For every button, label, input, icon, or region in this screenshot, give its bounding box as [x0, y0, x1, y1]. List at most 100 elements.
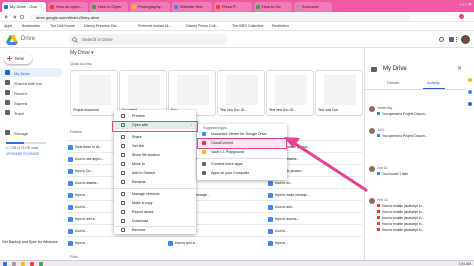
- bookmark-item[interactable]: Disney Prince Coll...: [186, 24, 218, 28]
- favicon-icon: [174, 4, 178, 9]
- bookmark-apps[interactable]: Apps: [4, 24, 12, 28]
- sidebar-item-shared[interactable]: Shared with me: [0, 78, 62, 87]
- start-icon[interactable]: [3, 262, 7, 266]
- search-icon[interactable]: [12, 262, 16, 266]
- sidebar-item-storage[interactable]: Storage: [0, 128, 62, 137]
- menu-item-move-to[interactable]: Move to: [114, 160, 196, 168]
- activity-item: Yesterday You opened a Project Docum...: [369, 106, 463, 116]
- browser-tab[interactable]: How to Ge: [254, 2, 292, 12]
- move-icon: [121, 162, 125, 166]
- doc-icon: [268, 204, 273, 210]
- browser-tab[interactable]: Exclusive: [294, 2, 332, 12]
- browser-tab-active[interactable]: My Drive - Goo: [2, 2, 46, 12]
- avatar: [369, 106, 375, 112]
- menu-item-remove[interactable]: Remove: [114, 226, 196, 234]
- tab-activity[interactable]: Activity: [427, 80, 440, 85]
- sidebar-item-label: Recent: [14, 90, 27, 96]
- menu-item-label: Preview: [132, 114, 145, 118]
- menu-item-rename[interactable]: Rename: [114, 178, 196, 186]
- browser-tab[interactable]: How do open...: [48, 2, 88, 12]
- search-box[interactable]: Search in Drive: [68, 34, 228, 45]
- menu-item-share[interactable]: Share: [114, 133, 196, 141]
- account-avatar[interactable]: [461, 35, 470, 44]
- sidebar-item-my-drive[interactable]: My Drive: [0, 68, 62, 77]
- bookmark-item[interactable]: Revillution: [272, 24, 289, 28]
- activity-text[interactable]: How to enable javascript in...: [377, 204, 463, 208]
- activity-text[interactable]: You moved 1 item: [377, 172, 463, 176]
- new-button[interactable]: New: [4, 53, 32, 64]
- browser-tab[interactable]: Pizza P...: [214, 2, 252, 12]
- settings-icon[interactable]: [449, 37, 454, 42]
- menu-item-manage-versions[interactable]: Manage versions: [114, 190, 196, 198]
- menu-divider: [197, 158, 287, 159]
- keep-icon[interactable]: [468, 78, 472, 82]
- menu-item-report-abuse[interactable]: Report abuse: [114, 208, 196, 216]
- sidebar-item-recent[interactable]: Recent: [0, 88, 62, 97]
- file-row: How to... How to check... How to...: [66, 224, 362, 236]
- browser-tab[interactable]: How to Open: [90, 2, 128, 12]
- quick-access-card[interactable]: Text note Doc: [315, 70, 363, 116]
- submenu-item-computer-apps[interactable]: Apps on your Computer: [197, 169, 287, 177]
- tasks-icon[interactable]: [468, 90, 472, 94]
- quick-access-card[interactable]: Project document: [70, 70, 118, 116]
- file-name: How to...: [75, 205, 89, 209]
- drive-logo-icon[interactable]: [6, 35, 18, 45]
- file-item[interactable]: How to add a...: [166, 237, 261, 249]
- folder-icon[interactable]: [21, 262, 25, 266]
- menu-item-make-copy[interactable]: Make a copy: [114, 199, 196, 207]
- app-icon[interactable]: [39, 262, 43, 266]
- menu-item-label: Show file location: [132, 153, 160, 157]
- menu-item-get-link[interactable]: Get link: [114, 142, 196, 150]
- quick-access-card[interactable]: Test new Doc 20...: [266, 70, 314, 116]
- menu-item-show-location[interactable]: Show file location: [114, 151, 196, 159]
- bookmark-item[interactable]: Disney Princess Oct...: [84, 24, 119, 28]
- window-controls[interactable]: – □ ✕: [459, 2, 472, 8]
- activity-text[interactable]: You opened a Project Docum...: [377, 112, 463, 116]
- tab-label: How do open...: [56, 4, 83, 9]
- file-name: How to add...: [275, 205, 295, 209]
- menu-item-add-starred[interactable]: Add to Starred: [114, 169, 196, 177]
- quick-access-card[interactable]: Test new Doc 20...: [217, 70, 265, 116]
- apps-grid-icon[interactable]: [456, 37, 458, 42]
- submenu-item-vault[interactable]: Vault 1.1 Playground: [197, 148, 287, 156]
- help-icon[interactable]: [439, 37, 444, 42]
- file-name: How to use apps t...: [75, 157, 105, 161]
- submenu-item-connect-apps[interactable]: Connect more apps: [197, 160, 287, 168]
- sidebar-item-label: Trash: [14, 110, 25, 116]
- backup-promo[interactable]: Get Backup and Sync for Windows: [2, 240, 62, 245]
- activity-text[interactable]: How to enable javascript in...: [377, 228, 463, 232]
- browser-icon[interactable]: [30, 262, 34, 266]
- activity-text[interactable]: How to enable javascript in...: [377, 222, 463, 226]
- menu-item-preview[interactable]: Preview: [114, 112, 196, 120]
- submenu-item-document-viewer[interactable]: Document Viewer for Google Drive: [197, 130, 287, 138]
- menu-item-label: Download: [132, 219, 148, 223]
- sidebar-item-starred[interactable]: Starred: [0, 98, 62, 107]
- sidebar-item-trash[interactable]: Trash: [0, 108, 62, 117]
- favicon-icon: [132, 4, 136, 9]
- bookmark-item[interactable]: The BRG Collective: [232, 24, 264, 28]
- activity-text[interactable]: How to enable javascript in...: [377, 216, 463, 220]
- doc-icon: [268, 192, 273, 198]
- bookmark-item[interactable]: Bookmarks: [22, 24, 40, 28]
- url-field[interactable]: drive.google.com/drive/u/0/my-drive: [30, 13, 410, 21]
- close-icon[interactable]: ✕: [457, 65, 462, 72]
- menu-item-download[interactable]: Download: [114, 217, 196, 225]
- calendar-icon[interactable]: [468, 102, 472, 106]
- upgrade-storage-link[interactable]: UPGRADE STORAGE: [6, 152, 62, 156]
- search-input[interactable]: Search in Drive: [82, 37, 113, 42]
- file-item[interactable]: How to...: [266, 237, 361, 249]
- browser-tab[interactable]: Website Wor: [172, 2, 212, 12]
- share-icon: [121, 135, 125, 139]
- activity-text[interactable]: How to enable javascript in...: [377, 210, 463, 214]
- breadcrumb[interactable]: My Drive ▾: [70, 50, 94, 56]
- file-name: How to disable...: [75, 181, 100, 185]
- bookmark-item[interactable]: The Drill House: [50, 24, 75, 28]
- tab-details[interactable]: Details: [387, 80, 399, 85]
- browser-tab[interactable]: Photography -: [130, 2, 170, 12]
- profile-icon[interactable]: [459, 14, 464, 19]
- activity-text[interactable]: You opened a Project Docum...: [377, 134, 463, 138]
- nav-arrows-icon[interactable]: [4, 14, 26, 20]
- report-icon: [121, 210, 125, 214]
- bookmark-item[interactable]: Pinterest Instant Di...: [138, 24, 171, 28]
- file-item[interactable]: How to...: [66, 237, 161, 249]
